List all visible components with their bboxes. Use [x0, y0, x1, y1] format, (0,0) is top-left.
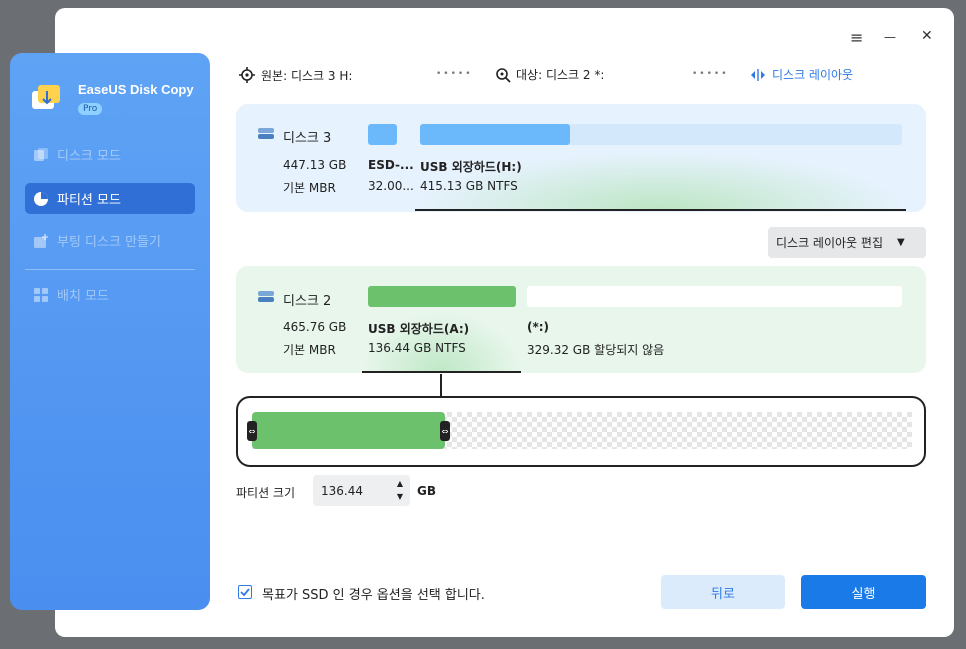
- disk-layout-step: 디스크 레이아웃: [750, 66, 853, 83]
- target-disk-type: 기본 MBR: [283, 343, 336, 357]
- partition-resize-editor: ⇔ ⇔: [236, 396, 926, 467]
- source-partition-main-bar[interactable]: [420, 124, 902, 145]
- pro-badge: Pro: [78, 103, 103, 115]
- source-indicator: 원본: 디스크 3 H:: [238, 66, 352, 84]
- app-logo-icon: [32, 85, 60, 109]
- crosshair-icon: [239, 67, 255, 83]
- unallocated-size: 329.32 GB 할당되지 않음: [527, 343, 665, 357]
- caret-down-icon: ▼: [897, 237, 905, 248]
- target-disk-panel: 디스크 2 465.76 GB 기본 MBR USB 외장하드(A:) 136.…: [236, 266, 926, 373]
- minimize-button[interactable]: —: [884, 30, 896, 44]
- back-button[interactable]: 뒤로: [661, 575, 785, 609]
- unallocated-label: (*:): [527, 320, 550, 334]
- batch-mode-icon: [34, 287, 48, 302]
- run-button[interactable]: 실행: [801, 575, 926, 609]
- sidebar-item-label: 배치 모드: [57, 289, 109, 304]
- sidebar-item-boot-disk[interactable]: 부팅 디스크 만들기: [25, 225, 195, 256]
- layout-label: 디스크 레이아웃: [772, 68, 854, 82]
- unallocated-bar[interactable]: [527, 286, 902, 307]
- source-disk-name: 디스크 3: [283, 131, 332, 146]
- source-disk-panel: 디스크 3 447.13 GB 기본 MBR ESD-... 32.00... …: [236, 104, 926, 212]
- sidebar-item-batch-mode[interactable]: 배치 모드: [25, 279, 195, 310]
- app-name: EaseUS Disk Copy: [78, 82, 194, 97]
- resize-handle-right[interactable]: ⇔: [440, 421, 450, 441]
- decrement-icon[interactable]: ▼: [394, 490, 406, 503]
- target-partition-label: USB 외장하드(A:): [368, 322, 470, 336]
- progress-dots: •••••: [692, 69, 729, 79]
- partition-size-label: 파티션 크기: [236, 486, 296, 500]
- target-disk-size: 465.76 GB: [283, 320, 347, 334]
- source-partition-1-size: 32.00...: [368, 179, 414, 193]
- target-partition-size: 136.44 GB NTFS: [368, 341, 466, 355]
- boot-disk-icon: [34, 233, 48, 248]
- edit-layout-dropdown[interactable]: 디스크 레이아웃 편집 ▼: [768, 227, 926, 258]
- partition-resize-bar[interactable]: [252, 412, 445, 449]
- sidebar: EaseUS Disk Copy Pro 디스크 모드 파티션 모드 부팅 디스…: [10, 53, 210, 610]
- sidebar-item-label: 부팅 디스크 만들기: [57, 235, 161, 250]
- target-search-icon: [496, 67, 511, 83]
- ssd-option-checkbox[interactable]: [238, 585, 252, 599]
- source-label: 원본: 디스크 3 H:: [261, 68, 353, 83]
- resize-handle-left[interactable]: ⇔: [247, 421, 257, 441]
- checkmark-icon: [240, 588, 250, 597]
- sidebar-item-partition-mode[interactable]: 파티션 모드: [25, 183, 195, 214]
- disk-icon: [258, 128, 274, 139]
- layout-arrows-icon: [751, 68, 765, 81]
- target-indicator: 대상: 디스크 2 *:: [495, 66, 604, 83]
- source-partition-used-fill: [420, 124, 570, 145]
- increment-icon[interactable]: ▲: [394, 477, 406, 490]
- disk-icon: [258, 291, 274, 302]
- target-disk-name: 디스크 2: [283, 294, 332, 309]
- source-partition-2-size: 415.13 GB NTFS: [420, 179, 518, 193]
- close-button[interactable]: ✕: [921, 28, 933, 44]
- sidebar-item-disk-mode[interactable]: 디스크 모드: [25, 139, 195, 170]
- source-partition-2-label: USB 외장하드(H:): [420, 160, 522, 174]
- connector-line: [440, 374, 442, 396]
- partition-mode-icon: [34, 191, 48, 206]
- sidebar-item-label: 파티션 모드: [57, 193, 121, 208]
- sidebar-item-label: 디스크 모드: [57, 149, 121, 164]
- target-partition-bar[interactable]: [368, 286, 516, 307]
- target-label: 대상: 디스크 2 *:: [516, 68, 605, 82]
- menu-icon[interactable]: ≡: [850, 28, 863, 47]
- edit-layout-label: 디스크 레이아웃 편집: [776, 236, 883, 250]
- progress-dots: •••••: [436, 69, 473, 79]
- partition-size-stepper[interactable]: ▲ ▼: [394, 477, 406, 503]
- source-disk-type: 기본 MBR: [283, 181, 336, 195]
- ssd-option-label: 목표가 SSD 인 경우 옵션을 선택 합니다.: [262, 588, 485, 603]
- source-partition-1-label: ESD-...: [368, 158, 414, 172]
- partition-size-unit: GB: [417, 484, 436, 498]
- source-partition-small-bar[interactable]: [368, 124, 397, 145]
- sidebar-divider: [25, 269, 195, 270]
- source-disk-size: 447.13 GB: [283, 158, 347, 172]
- disk-mode-icon: [34, 147, 48, 161]
